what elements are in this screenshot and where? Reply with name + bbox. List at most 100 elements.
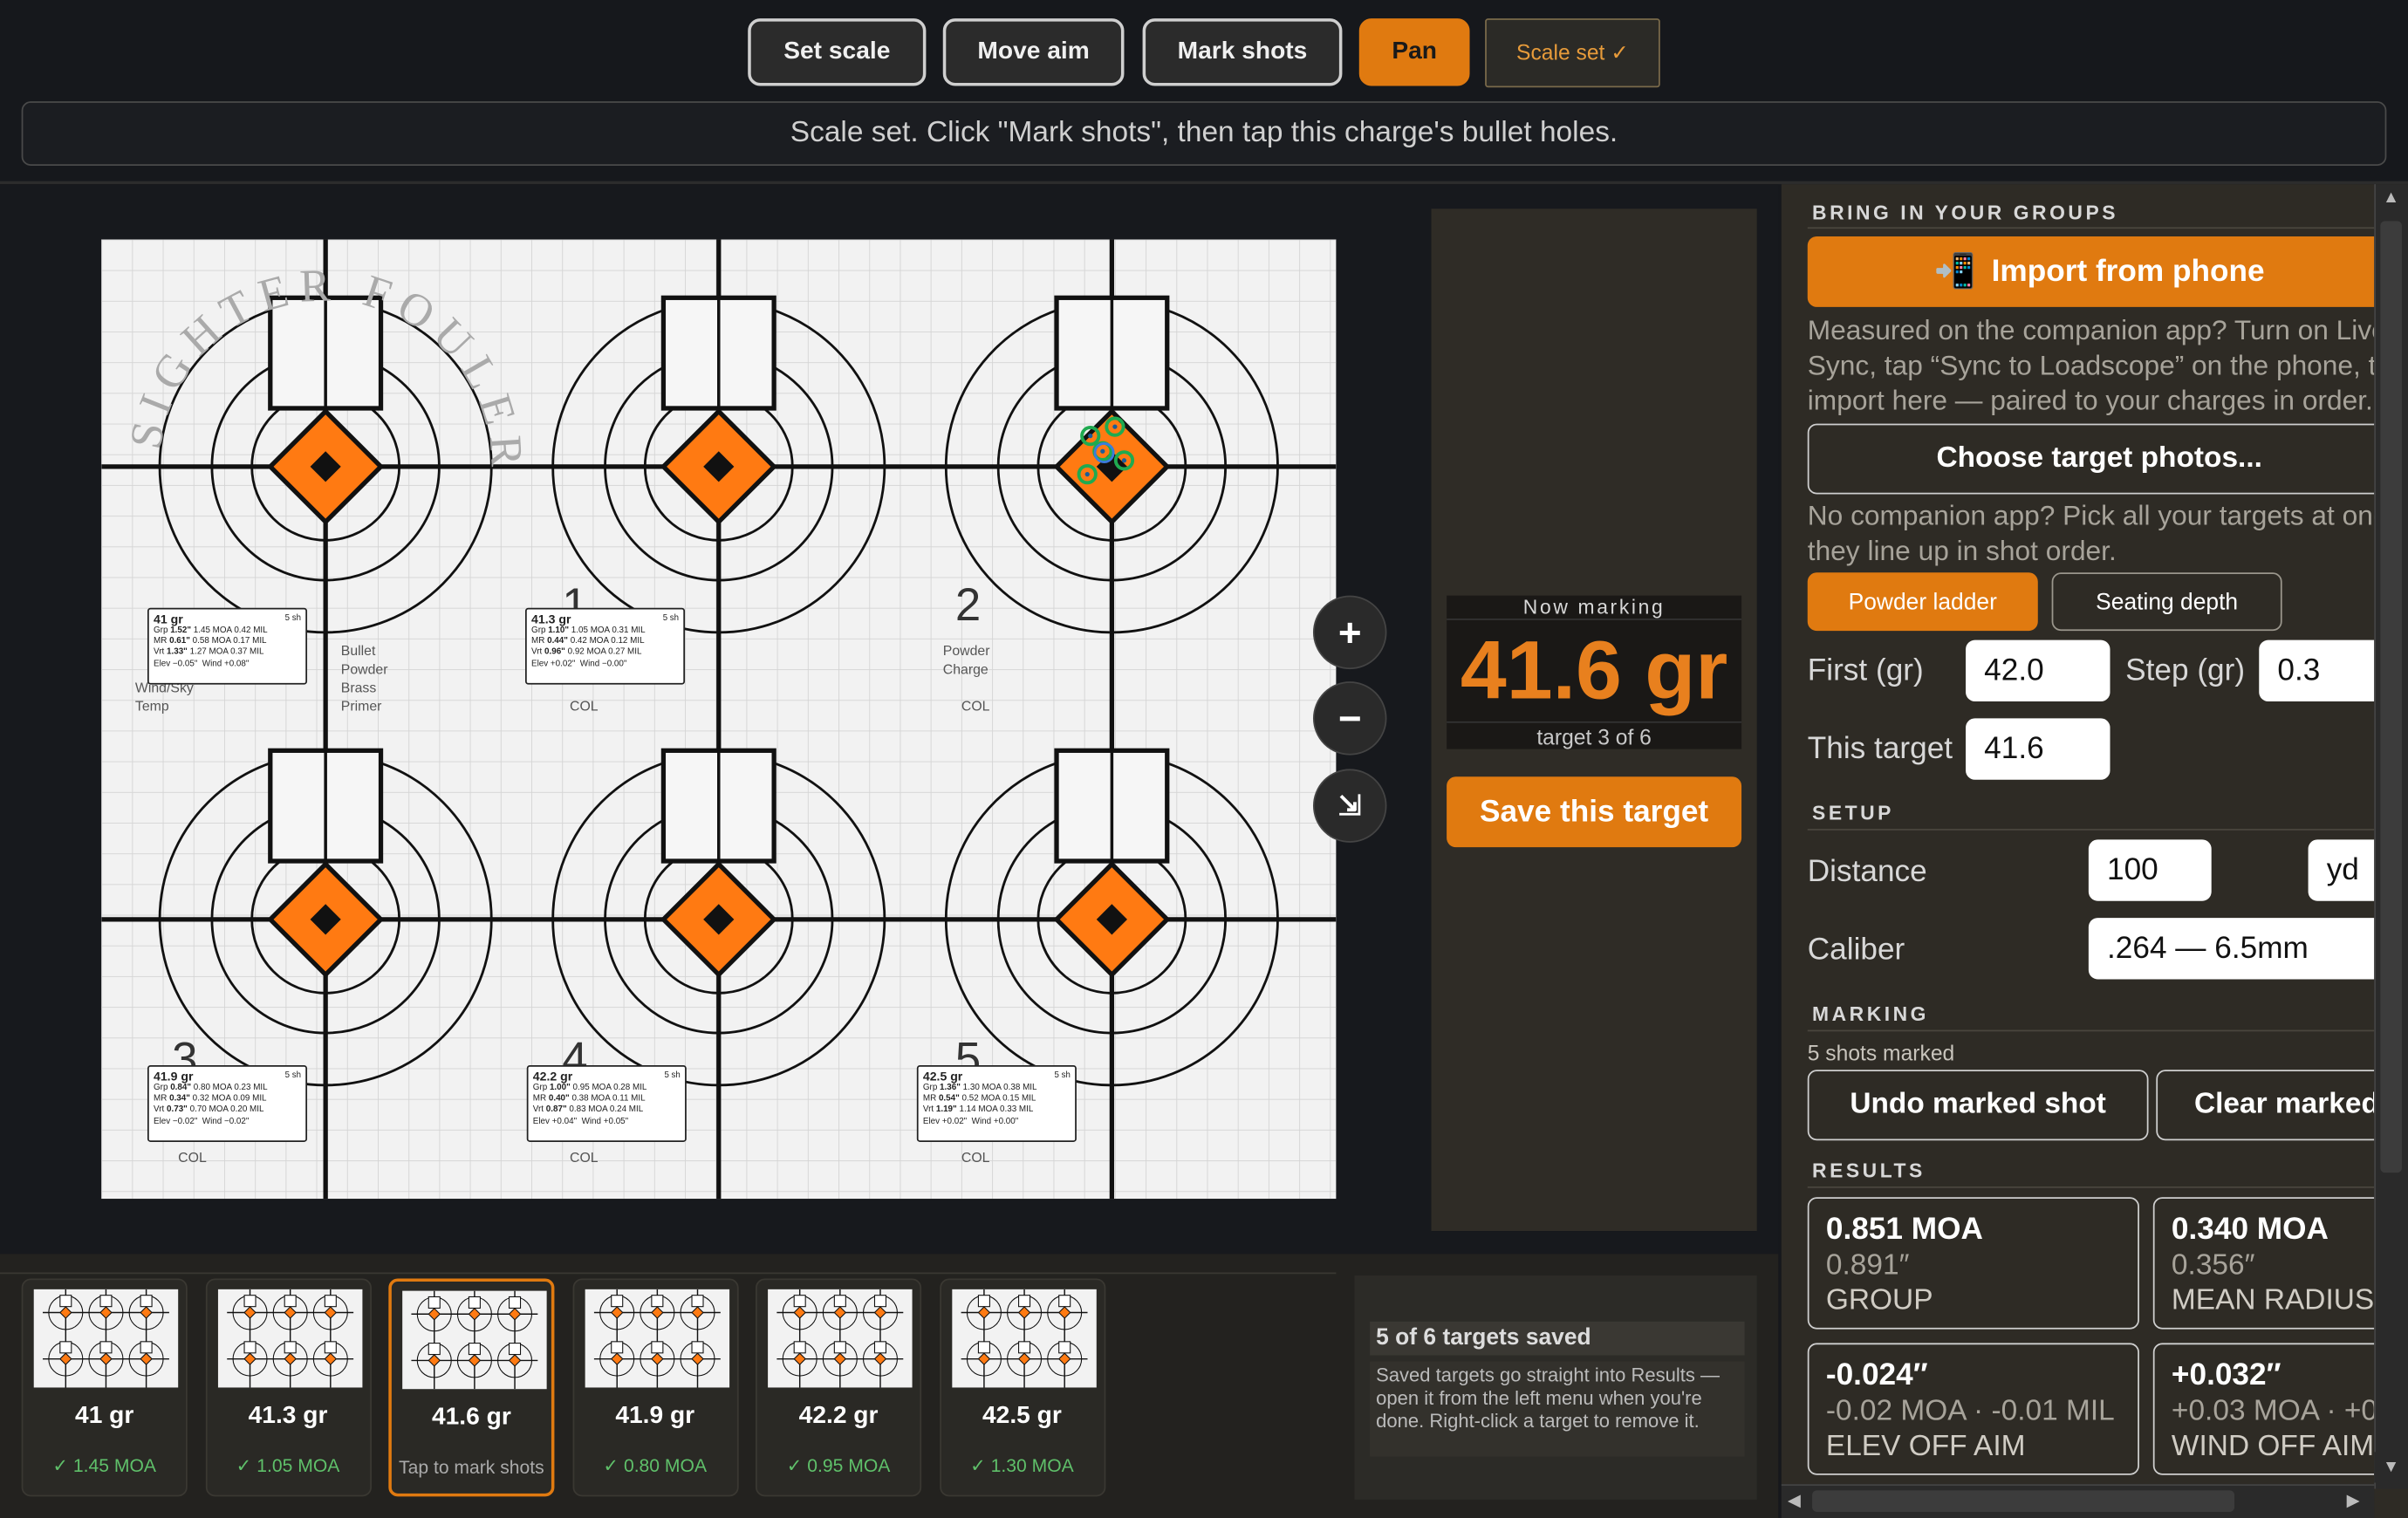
target-thumbnail[interactable]: 42.2 gr ✓ 0.95 MOA <box>756 1278 922 1497</box>
step-input[interactable]: 0.3 <box>2259 639 2375 702</box>
shot-marker-center <box>1121 458 1127 463</box>
thumbnail-image <box>33 1289 179 1388</box>
set-scale-button[interactable]: Set scale <box>748 18 927 86</box>
card-row-mean-radius: MR 0.54" 0.52 MOA 0.15 MIL <box>922 1094 1036 1104</box>
zoom-out-button[interactable]: − <box>1312 681 1387 756</box>
result-secondary: +0.03 MOA · +0.01 MIL <box>2171 1395 2375 1428</box>
form-bullet: Bullet <box>340 643 376 659</box>
card-charge: 41.3 gr <box>531 612 571 626</box>
fit-view-button[interactable]: ⇲ <box>1312 769 1387 843</box>
choose-description-line-2: they line up in shot order. <box>1807 536 2117 567</box>
card-row-vertical: Vrt 1.33" 1.27 MOA 0.37 MIL <box>154 648 264 658</box>
result-caption: MEAN RADIUS <box>2171 1284 2375 1317</box>
result-value: -0.024″ <box>1825 1358 1928 1392</box>
section-title-setup: SETUP <box>1812 801 1894 824</box>
shot-marker-center <box>1100 448 1105 454</box>
card-row-group: Grp 1.00" 0.95 MOA 0.28 MIL <box>532 1084 647 1093</box>
scroll-up-icon[interactable]: ▲ <box>2380 188 2402 210</box>
hscroll-thumb[interactable] <box>1812 1490 2235 1512</box>
target-sheet-drawing: SIGHTER FOULER SIGHTER FOULER <box>101 239 1337 1200</box>
distance-input[interactable]: 100 <box>2088 839 2212 901</box>
target-result-card: 41.3 gr 5 sh Grp 1.10" 1.05 MOA 0.31 MIL … <box>524 607 686 685</box>
distance-label: Distance <box>1807 854 1927 889</box>
form-col-2: COL <box>961 698 990 715</box>
zoom-in-button[interactable]: + <box>1312 595 1387 670</box>
thumbnail-status: Tap to mark shots <box>399 1456 544 1479</box>
saved-summary-panel: 5 of 6 targets saved Saved targets go st… <box>1354 1275 1757 1500</box>
undo-marked-shot-button[interactable]: Undo marked shot <box>1807 1070 2149 1141</box>
target-sheet-image[interactable]: SIGHTER FOULER SIGHTER FOULER 1 2 3 4 5 … <box>101 239 1337 1200</box>
first-charge-label: First (gr) <box>1807 653 1924 688</box>
import-description-line-2: Sync, tap “Sync to Loadscope” on the pho… <box>1807 350 2375 381</box>
target-thumbnail[interactable]: 41 gr ✓ 1.45 MOA <box>21 1278 188 1497</box>
result-secondary: -0.02 MOA · -0.01 MIL <box>1825 1395 2115 1428</box>
this-target-input[interactable]: 41.6 <box>1966 718 2110 780</box>
mode-seating-depth-button[interactable]: Seating depth <box>2051 572 2282 632</box>
divider <box>1807 227 2375 229</box>
thumbnail-image <box>402 1290 547 1390</box>
card-row-group: Grp 0.84" 0.80 MOA 0.23 MIL <box>154 1084 268 1093</box>
now-marking-charge: 41.6 gr <box>1460 625 1728 717</box>
import-description-line-3: import here — paired to your charges in … <box>1807 385 2373 416</box>
divider <box>0 1272 1337 1275</box>
app-root: Set scale Move aim Mark shots Pan Scale … <box>0 0 2408 1518</box>
card-shots: 5 sh <box>662 613 680 624</box>
target-result-card: 41.9 gr 5 sh Grp 0.84" 0.80 MOA 0.23 MIL … <box>147 1064 308 1142</box>
move-aim-button[interactable]: Move aim <box>942 18 1125 86</box>
card-charge: 41 gr <box>154 612 183 626</box>
card-shots: 5 sh <box>664 1071 681 1081</box>
now-marking-box: Now marking 41.6 gr target 3 of 6 <box>1447 595 1742 749</box>
mode-powder-ladder-button[interactable]: Powder ladder <box>1807 572 2038 632</box>
pan-button[interactable]: Pan <box>1358 18 1470 86</box>
thumbnail-image <box>768 1289 913 1388</box>
form-primer: Primer <box>340 698 382 715</box>
caliber-label: Caliber <box>1807 933 1905 968</box>
card-shots: 5 sh <box>284 613 301 624</box>
card-row-offsets: Elev −0.02" Wind −0.02" <box>154 1117 250 1126</box>
form-brass: Brass <box>340 680 377 695</box>
vertical-scrollbar[interactable]: ▲ <box>2374 184 2408 1489</box>
card-row-vertical: Vrt 0.87" 0.83 MOA 0.24 MIL <box>532 1105 644 1116</box>
target-result-card: 42.5 gr 5 sh Grp 1.36" 1.30 MOA 0.38 MIL … <box>916 1064 1077 1142</box>
thumbnail-charge: 41.6 gr <box>431 1404 511 1431</box>
card-row-group: Grp 1.10" 1.05 MOA 0.31 MIL <box>531 626 646 636</box>
target-thumbnail[interactable]: 41.9 gr ✓ 0.80 MOA <box>571 1278 738 1497</box>
thumbnail-image <box>584 1289 729 1388</box>
horizontal-scrollbar[interactable]: ◀ ▶ <box>1781 1484 2375 1518</box>
card-charge: 42.5 gr <box>922 1070 963 1084</box>
phone-icon: 📲 <box>1933 251 1977 291</box>
card-row-vertical: Vrt 0.73" 0.70 MOA 0.20 MIL <box>154 1105 264 1116</box>
scroll-right-icon[interactable]: ▶ <box>2347 1490 2360 1510</box>
scroll-left-icon[interactable]: ◀ <box>1788 1490 1801 1510</box>
card-row-vertical: Vrt 1.19" 1.14 MOA 0.33 MIL <box>922 1105 1034 1116</box>
now-marking-label: Now marking <box>1447 596 1742 620</box>
divider <box>1807 1186 2375 1188</box>
card-row-group: Grp 1.52" 1.45 MOA 0.42 MIL <box>154 626 268 636</box>
target-thumbnail[interactable]: 42.5 gr ✓ 1.30 MOA <box>939 1278 1105 1497</box>
target-thumbnail[interactable]: 41.3 gr ✓ 1.05 MOA <box>204 1278 372 1497</box>
card-row-mean-radius: MR 0.40" 0.38 MOA 0.11 MIL <box>532 1094 646 1104</box>
save-target-button[interactable]: Save this target <box>1447 776 1742 848</box>
result-value: 0.340 MOA <box>2171 1212 2329 1247</box>
form-powder: Powder <box>340 661 388 677</box>
result-value: +0.032″ <box>2171 1358 2281 1392</box>
scroll-thumb[interactable] <box>2380 221 2402 1173</box>
target-canvas[interactable]: SIGHTER FOULER SIGHTER FOULER 1 2 3 4 5 … <box>0 184 1779 1255</box>
mark-shots-button[interactable]: Mark shots <box>1142 18 1343 86</box>
clear-marked-button[interactable]: Clear marked <box>2156 1070 2375 1141</box>
settings-sidebar[interactable]: BRING IN YOUR GROUPS 📲 Import from phone… <box>1781 184 2408 1518</box>
thumbnail-status: ✓ 0.95 MOA <box>786 1454 891 1477</box>
target-thumbnail[interactable]: 41.6 gr Tap to mark shots <box>388 1278 555 1497</box>
choose-target-photos-button[interactable]: Choose target photos... <box>1807 423 2375 495</box>
card-shots: 5 sh <box>284 1071 301 1081</box>
import-from-phone-button[interactable]: 📲 Import from phone <box>1807 236 2375 307</box>
result-caption: ELEV OFF AIM <box>1825 1430 2026 1463</box>
caliber-select[interactable]: .264 — 6.5mm <box>2088 918 2375 980</box>
thumbnail-status: ✓ 1.45 MOA <box>52 1454 157 1477</box>
result-group: 0.851 MOA 0.891″ GROUP <box>1807 1197 2139 1330</box>
scroll-down-icon[interactable]: ▼ <box>2374 1452 2408 1483</box>
distance-unit-select[interactable]: yd <box>2308 839 2375 901</box>
section-title-marking: MARKING <box>1812 1002 1930 1026</box>
first-charge-input[interactable]: 42.0 <box>1966 639 2110 702</box>
card-charge: 41.9 gr <box>154 1070 194 1084</box>
